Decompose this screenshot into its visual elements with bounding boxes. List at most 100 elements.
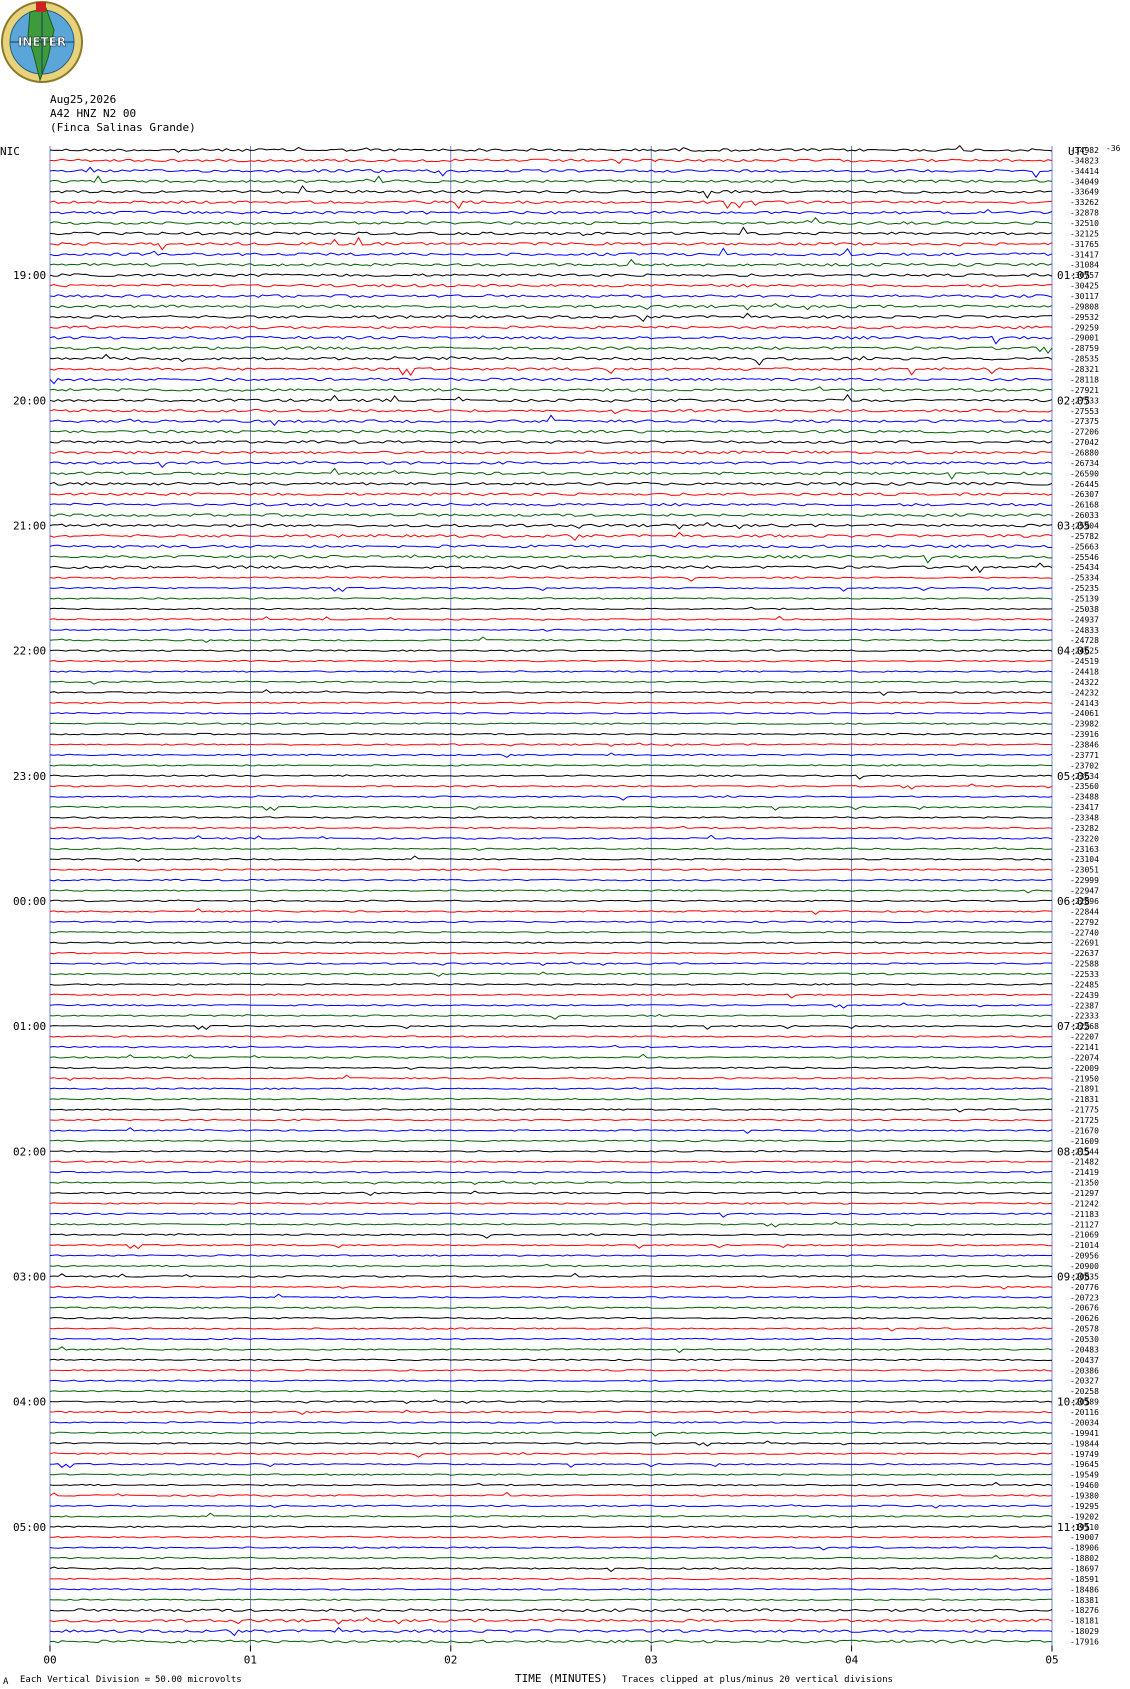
trace-line xyxy=(49,1170,1053,1174)
seismogram-plot: -34982-34823 -34414-34049 -33649-33262 -328… xyxy=(13,144,1099,1666)
trace-line xyxy=(49,1087,1053,1090)
trace-value-label: -19007 xyxy=(1070,1533,1099,1542)
left-hour-label: 05:00 xyxy=(13,1521,46,1534)
trace-line xyxy=(49,951,1052,955)
trace-line xyxy=(49,680,1053,685)
trace-value-label: -19844 xyxy=(1070,1439,1099,1448)
left-hour-label: 00:00 xyxy=(13,895,46,908)
trace-line xyxy=(49,562,1053,574)
x-tick-label: 03 xyxy=(645,1653,658,1666)
trace-value-label: -22485 xyxy=(1070,980,1099,989)
trace-value-label: -22637 xyxy=(1070,949,1099,958)
trace-value-label: -21183 xyxy=(1070,1210,1099,1219)
trace-value-label: -21297 xyxy=(1070,1189,1099,1198)
trace-line xyxy=(49,855,1053,862)
trace-value-label: -23982 xyxy=(1070,720,1099,729)
trace-value-label: -18591 xyxy=(1070,1575,1099,1584)
trace-value-label: -27206 xyxy=(1070,428,1099,437)
trace-value-label: -19645 xyxy=(1070,1460,1099,1469)
trace-line xyxy=(49,908,1053,916)
trace-line xyxy=(49,816,1053,819)
trace-line xyxy=(49,1316,1053,1320)
trace-value-label: -18906 xyxy=(1070,1544,1099,1553)
trace-line xyxy=(49,158,1053,165)
trace-value-label: -22141 xyxy=(1070,1043,1099,1052)
trace-line xyxy=(49,226,1053,237)
trace-line xyxy=(49,1285,1053,1290)
trace-line xyxy=(49,1462,1053,1469)
trace-line xyxy=(49,521,1053,530)
trace-value-label: -20386 xyxy=(1070,1366,1099,1375)
trace-value-label: -22792 xyxy=(1070,918,1099,927)
trace-value-label: -26168 xyxy=(1070,501,1099,510)
left-hour-label: 04:00 xyxy=(13,1396,46,1409)
trace-line xyxy=(49,1053,1053,1059)
trace-line xyxy=(49,742,1053,747)
trace-line xyxy=(49,283,1053,288)
trace-line xyxy=(50,1535,1053,1539)
right-hour-label: 10:05 xyxy=(1057,1396,1090,1409)
trace-value-label: -20034 xyxy=(1070,1418,1099,1427)
trace-value-label: -23916 xyxy=(1070,730,1099,739)
x-axis-title: TIME (MINUTES) xyxy=(515,1672,608,1685)
trace-value-label: -29808 xyxy=(1070,302,1099,311)
trace-line xyxy=(49,1369,1053,1372)
trace-line xyxy=(49,273,1053,277)
trace-value-label: -28535 xyxy=(1070,355,1099,364)
left-hour-label: 01:00 xyxy=(13,1020,46,1033)
trace-value-label: -26734 xyxy=(1070,459,1099,468)
trace-value-label: -26307 xyxy=(1070,490,1099,499)
right-hour-label: 01:05 xyxy=(1057,269,1090,282)
trace-value-label: -28118 xyxy=(1070,375,1099,384)
trace-value-label: -22207 xyxy=(1070,1033,1099,1042)
trace-line xyxy=(49,294,1053,298)
trace-value-label: -23220 xyxy=(1070,834,1099,843)
trace-line xyxy=(49,335,1053,345)
trace-line xyxy=(50,353,1053,366)
trace-value-label: -31765 xyxy=(1070,240,1099,249)
trace-value-label: -21891 xyxy=(1070,1085,1099,1094)
trace-value-label: -30117 xyxy=(1070,292,1099,301)
trace-value-label: -27375 xyxy=(1070,417,1099,426)
right-hour-label: 05:05 xyxy=(1057,770,1090,783)
trace-line xyxy=(49,1202,1053,1205)
trace-value-label: -34823 xyxy=(1070,156,1099,165)
trace-line xyxy=(49,1525,1053,1529)
trace-value-label: -21950 xyxy=(1070,1074,1099,1083)
trace-value-label: -21419 xyxy=(1070,1168,1099,1177)
trace-value-label: -24232 xyxy=(1070,688,1099,697)
trace-line xyxy=(49,1233,1053,1239)
trace-line xyxy=(49,1024,1053,1031)
trace-value-label: -22439 xyxy=(1070,991,1099,1000)
trace-line xyxy=(49,1617,1053,1625)
left-hour-label: 20:00 xyxy=(13,394,46,407)
trace-line xyxy=(49,1358,1053,1362)
trace-line xyxy=(49,1097,1053,1101)
trace-value-label: -18802 xyxy=(1070,1554,1099,1563)
trace-line xyxy=(49,615,1053,621)
trace-line xyxy=(49,606,1053,611)
trace-line xyxy=(49,325,1053,330)
trace-line xyxy=(49,783,1053,790)
trace-line xyxy=(49,429,1053,434)
trace-line xyxy=(49,1409,1053,1415)
trace-line xyxy=(49,1160,1053,1163)
trace-line xyxy=(49,1431,1053,1437)
trace-value-label: -21127 xyxy=(1070,1220,1099,1229)
trace-line xyxy=(49,847,1053,851)
trace-value-label: -34982 xyxy=(1070,146,1099,155)
trace-value-label: -22533 xyxy=(1070,970,1099,979)
trace-value-label: -20676 xyxy=(1070,1304,1099,1313)
trace-line xyxy=(49,1221,1053,1228)
trace-line xyxy=(49,1306,1053,1309)
trace-line xyxy=(49,1327,1053,1332)
trace-line xyxy=(49,502,1053,507)
left-hour-label: 21:00 xyxy=(13,519,46,532)
trace-line xyxy=(49,1254,1053,1257)
trace-value-label: -23051 xyxy=(1070,866,1099,875)
division-value: 50.00 microvolts xyxy=(155,1675,242,1685)
trace-value-label: -20723 xyxy=(1070,1293,1099,1302)
trace-value-label: -24937 xyxy=(1070,615,1099,624)
trace-line xyxy=(49,889,1053,894)
trace-line xyxy=(49,732,1053,736)
